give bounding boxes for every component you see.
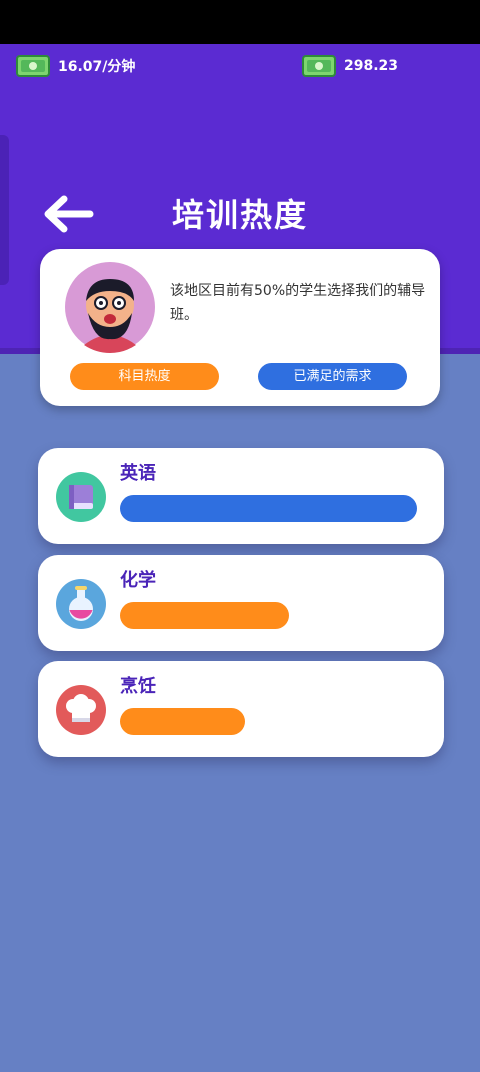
- popularity-bar: [120, 602, 289, 629]
- flask-icon: [56, 579, 106, 629]
- balance-display: 298.23: [302, 55, 398, 77]
- subject-card-english[interactable]: 英语: [38, 448, 444, 544]
- balance-text: 298.23: [344, 58, 399, 74]
- advisor-avatar: [65, 262, 155, 353]
- chef-hat-icon: [56, 685, 106, 735]
- popularity-bar: [120, 708, 245, 735]
- info-description: 该地区目前有50%的学生选择我们的辅导班。: [170, 283, 426, 323]
- met-demand-button[interactable]: 已满足的需求: [258, 363, 407, 390]
- book-icon: [56, 472, 106, 522]
- income-rate-text: 16.07/分钟: [58, 59, 136, 75]
- system-status-bar: [0, 0, 480, 44]
- income-rate-display: 16.07/分钟: [16, 55, 135, 77]
- subject-card-chemistry[interactable]: 化学: [38, 555, 444, 651]
- subject-name: 烹饪: [120, 676, 156, 697]
- info-card: 该地区目前有50%的学生选择我们的辅导班。 科目热度 已满足的需求: [40, 249, 440, 406]
- subject-name: 英语: [120, 463, 156, 484]
- subject-name: 化学: [120, 570, 156, 591]
- subject-popularity-button[interactable]: 科目热度: [70, 363, 219, 390]
- money-bill-icon: [302, 55, 336, 77]
- page-title: 培训热度: [171, 196, 308, 234]
- money-bill-icon: [16, 55, 50, 77]
- popularity-bar: [120, 495, 417, 522]
- subject-card-cooking[interactable]: 烹饪: [38, 661, 444, 757]
